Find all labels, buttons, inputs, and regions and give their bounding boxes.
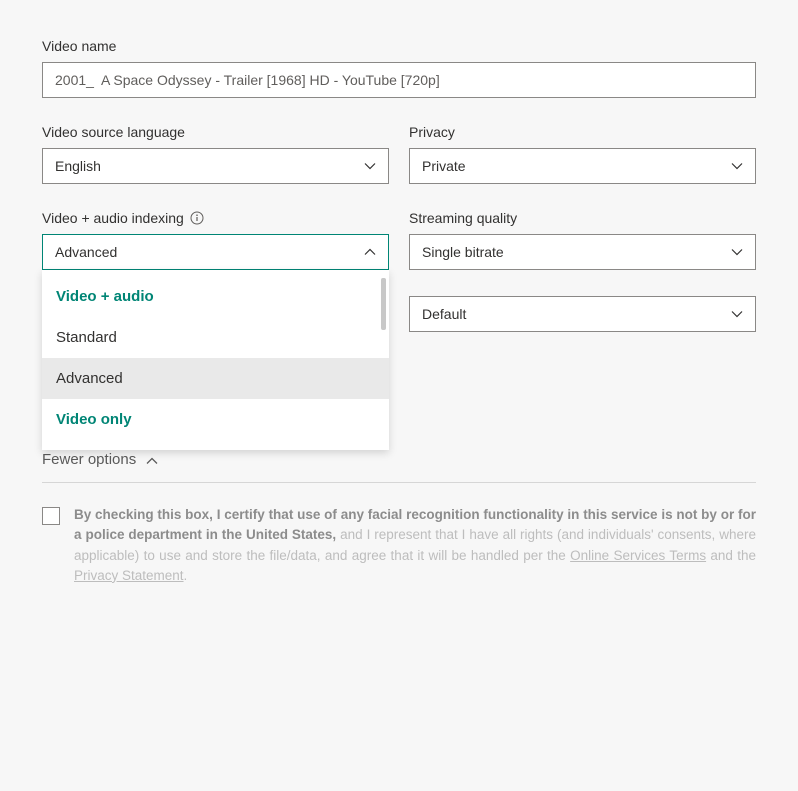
- chevron-down-icon: [731, 308, 743, 320]
- streaming-select[interactable]: Single bitrate: [409, 234, 756, 270]
- chevron-down-icon: [731, 246, 743, 258]
- consent-rest3: .: [184, 568, 188, 583]
- streaming-field: Streaming quality Single bitrate: [409, 210, 756, 270]
- consent-rest2: and the: [706, 548, 756, 563]
- source-language-field: Video source language English: [42, 124, 389, 184]
- source-language-value: English: [55, 158, 101, 174]
- consent-checkbox[interactable]: [42, 507, 60, 525]
- streaming-label: Streaming quality: [409, 210, 756, 226]
- default-select[interactable]: Default: [409, 296, 756, 332]
- privacy-select[interactable]: Private: [409, 148, 756, 184]
- dropdown-option-standard[interactable]: Standard: [42, 317, 389, 358]
- privacy-statement-link[interactable]: Privacy Statement: [74, 568, 184, 583]
- source-language-select[interactable]: English: [42, 148, 389, 184]
- fewer-options-toggle[interactable]: Fewer options: [42, 451, 756, 483]
- dropdown-header-video-audio: Video + audio: [42, 276, 389, 317]
- source-language-label: Video source language: [42, 124, 389, 140]
- video-name-input[interactable]: [42, 62, 756, 98]
- privacy-field: Privacy Private: [409, 124, 756, 184]
- info-icon[interactable]: [190, 211, 204, 225]
- chevron-up-icon: [364, 246, 376, 258]
- dropdown-header-video-only: Video only: [42, 399, 389, 440]
- consent-row: By checking this box, I certify that use…: [42, 505, 756, 586]
- indexing-field: Video + audio indexing Advanced Video + …: [42, 210, 389, 270]
- fewer-options-label: Fewer options: [42, 451, 136, 468]
- indexing-label: Video + audio indexing: [42, 210, 389, 226]
- indexing-select[interactable]: Advanced: [42, 234, 389, 270]
- video-name-field: Video name: [42, 38, 756, 98]
- chevron-down-icon: [364, 160, 376, 172]
- online-services-terms-link[interactable]: Online Services Terms: [570, 548, 706, 563]
- streaming-value: Single bitrate: [422, 244, 504, 260]
- default-value: Default: [422, 306, 466, 322]
- default-field: Default: [409, 296, 756, 332]
- dropdown-option-advanced[interactable]: Advanced: [42, 358, 389, 399]
- consent-text: By checking this box, I certify that use…: [74, 505, 756, 586]
- chevron-up-icon: [146, 454, 158, 466]
- scrollbar[interactable]: [381, 278, 386, 330]
- indexing-dropdown: Video + audio Standard Advanced Video on…: [42, 270, 389, 450]
- video-name-label: Video name: [42, 38, 756, 54]
- privacy-value: Private: [422, 158, 466, 174]
- chevron-down-icon: [731, 160, 743, 172]
- indexing-value: Advanced: [55, 244, 117, 260]
- privacy-label: Privacy: [409, 124, 756, 140]
